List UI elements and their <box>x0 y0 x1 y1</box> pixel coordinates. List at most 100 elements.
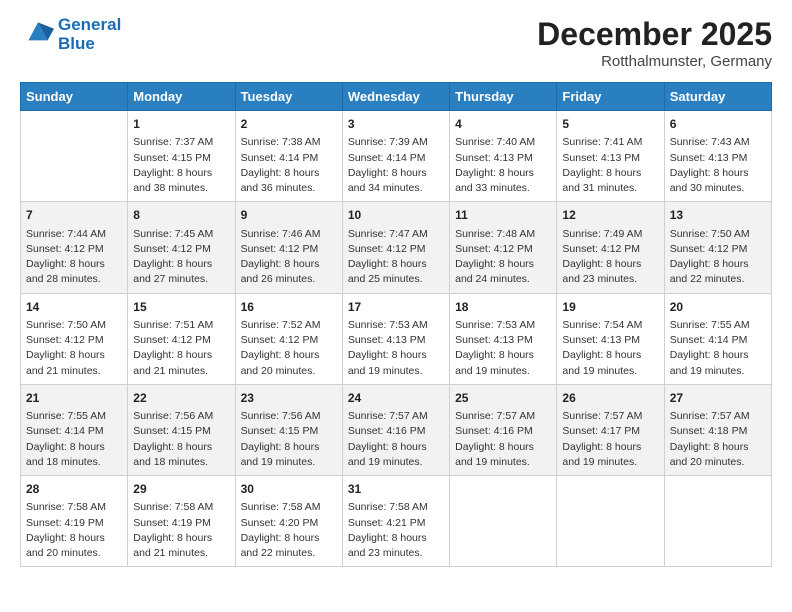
calendar-cell: 27Sunrise: 7:57 AMSunset: 4:18 PMDayligh… <box>664 384 771 475</box>
day-info: Daylight: 8 hours <box>241 348 337 363</box>
day-info: Sunrise: 7:57 AM <box>670 409 766 424</box>
day-info: Sunrise: 7:53 AM <box>348 318 444 333</box>
day-info: Sunset: 4:12 PM <box>133 333 229 348</box>
day-info: Sunrise: 7:40 AM <box>455 135 551 150</box>
day-info: Sunrise: 7:58 AM <box>348 500 444 515</box>
calendar-cell: 21Sunrise: 7:55 AMSunset: 4:14 PMDayligh… <box>21 384 128 475</box>
logo-line2: Blue <box>58 35 121 54</box>
day-number: 26 <box>562 390 658 407</box>
day-info: and 21 minutes. <box>26 364 122 379</box>
day-number: 5 <box>562 116 658 133</box>
col-header-tuesday: Tuesday <box>235 83 342 111</box>
day-info: and 20 minutes. <box>26 546 122 561</box>
day-info: Sunset: 4:13 PM <box>562 333 658 348</box>
day-number: 23 <box>241 390 337 407</box>
day-info: Sunrise: 7:55 AM <box>670 318 766 333</box>
day-info: and 23 minutes. <box>562 272 658 287</box>
day-info: Sunrise: 7:38 AM <box>241 135 337 150</box>
day-info: and 19 minutes. <box>348 364 444 379</box>
day-number: 17 <box>348 299 444 316</box>
day-number: 20 <box>670 299 766 316</box>
day-info: Sunrise: 7:54 AM <box>562 318 658 333</box>
day-info: Daylight: 8 hours <box>455 166 551 181</box>
col-header-thursday: Thursday <box>450 83 557 111</box>
day-info: Daylight: 8 hours <box>562 440 658 455</box>
calendar-cell: 17Sunrise: 7:53 AMSunset: 4:13 PMDayligh… <box>342 293 449 384</box>
day-number: 13 <box>670 207 766 224</box>
day-info: and 27 minutes. <box>133 272 229 287</box>
day-info: Sunset: 4:15 PM <box>133 151 229 166</box>
calendar-subtitle: Rotthalmunster, Germany <box>537 53 772 70</box>
day-number: 6 <box>670 116 766 133</box>
day-info: Sunrise: 7:57 AM <box>348 409 444 424</box>
day-number: 15 <box>133 299 229 316</box>
day-number: 9 <box>241 207 337 224</box>
day-info: Sunrise: 7:45 AM <box>133 227 229 242</box>
day-number: 24 <box>348 390 444 407</box>
day-number: 8 <box>133 207 229 224</box>
day-info: Sunrise: 7:37 AM <box>133 135 229 150</box>
day-info: Daylight: 8 hours <box>241 166 337 181</box>
day-info: Sunrise: 7:48 AM <box>455 227 551 242</box>
logo: General Blue <box>20 16 121 53</box>
day-info: and 25 minutes. <box>348 272 444 287</box>
calendar-cell: 18Sunrise: 7:53 AMSunset: 4:13 PMDayligh… <box>450 293 557 384</box>
day-number: 14 <box>26 299 122 316</box>
calendar-cell <box>664 476 771 567</box>
calendar-cell: 7Sunrise: 7:44 AMSunset: 4:12 PMDaylight… <box>21 202 128 293</box>
day-info: Sunrise: 7:49 AM <box>562 227 658 242</box>
day-info: Sunrise: 7:50 AM <box>670 227 766 242</box>
calendar-cell: 4Sunrise: 7:40 AMSunset: 4:13 PMDaylight… <box>450 111 557 202</box>
day-info: Daylight: 8 hours <box>455 257 551 272</box>
calendar-title: December 2025 <box>537 16 772 53</box>
day-info: Daylight: 8 hours <box>562 166 658 181</box>
day-info: Sunrise: 7:56 AM <box>241 409 337 424</box>
day-info: and 20 minutes. <box>670 455 766 470</box>
day-info: Sunrise: 7:39 AM <box>348 135 444 150</box>
day-info: Sunrise: 7:41 AM <box>562 135 658 150</box>
day-info: Daylight: 8 hours <box>133 440 229 455</box>
day-info: Sunrise: 7:43 AM <box>670 135 766 150</box>
day-number: 11 <box>455 207 551 224</box>
day-info: Sunrise: 7:46 AM <box>241 227 337 242</box>
day-info: Sunset: 4:12 PM <box>26 333 122 348</box>
day-info: Daylight: 8 hours <box>348 166 444 181</box>
day-info: Sunset: 4:15 PM <box>241 424 337 439</box>
day-info: Sunset: 4:15 PM <box>133 424 229 439</box>
calendar-cell: 16Sunrise: 7:52 AMSunset: 4:12 PMDayligh… <box>235 293 342 384</box>
day-info: Sunset: 4:12 PM <box>670 242 766 257</box>
day-info: Daylight: 8 hours <box>26 257 122 272</box>
day-number: 16 <box>241 299 337 316</box>
day-info: Sunset: 4:12 PM <box>455 242 551 257</box>
calendar-cell: 1Sunrise: 7:37 AMSunset: 4:15 PMDaylight… <box>128 111 235 202</box>
col-header-sunday: Sunday <box>21 83 128 111</box>
day-info: and 19 minutes. <box>241 455 337 470</box>
calendar-cell: 11 Sunrise: 7:48 AMSunset: 4:12 PMDayligh… <box>450 202 557 293</box>
day-info: Sunrise: 7:51 AM <box>133 318 229 333</box>
calendar-cell: 13Sunrise: 7:50 AMSunset: 4:12 PMDayligh… <box>664 202 771 293</box>
day-info: Daylight: 8 hours <box>26 531 122 546</box>
calendar-cell: 22Sunrise: 7:56 AMSunset: 4:15 PMDayligh… <box>128 384 235 475</box>
day-info: Sunset: 4:12 PM <box>26 242 122 257</box>
day-number: 12 <box>562 207 658 224</box>
day-info: and 31 minutes. <box>562 181 658 196</box>
day-info: Sunset: 4:12 PM <box>562 242 658 257</box>
calendar-cell: 10Sunrise: 7:47 AMSunset: 4:12 PMDayligh… <box>342 202 449 293</box>
day-info: Daylight: 8 hours <box>133 531 229 546</box>
calendar-cell: 28Sunrise: 7:58 AMSunset: 4:19 PMDayligh… <box>21 476 128 567</box>
day-info: Daylight: 8 hours <box>348 440 444 455</box>
day-info: Sunrise: 7:44 AM <box>26 227 122 242</box>
day-info: and 18 minutes. <box>133 455 229 470</box>
day-info: Sunset: 4:13 PM <box>562 151 658 166</box>
day-info: Daylight: 8 hours <box>26 440 122 455</box>
col-header-monday: Monday <box>128 83 235 111</box>
day-info: Sunrise: 7:57 AM <box>562 409 658 424</box>
day-number: 2 <box>241 116 337 133</box>
day-info: Daylight: 8 hours <box>133 348 229 363</box>
calendar-cell: 12Sunrise: 7:49 AMSunset: 4:12 PMDayligh… <box>557 202 664 293</box>
day-number: 30 <box>241 481 337 498</box>
day-info: Daylight: 8 hours <box>562 348 658 363</box>
page-header: General Blue December 2025 Rotthalmunste… <box>20 16 772 70</box>
day-number: 22 <box>133 390 229 407</box>
day-number: 10 <box>348 207 444 224</box>
